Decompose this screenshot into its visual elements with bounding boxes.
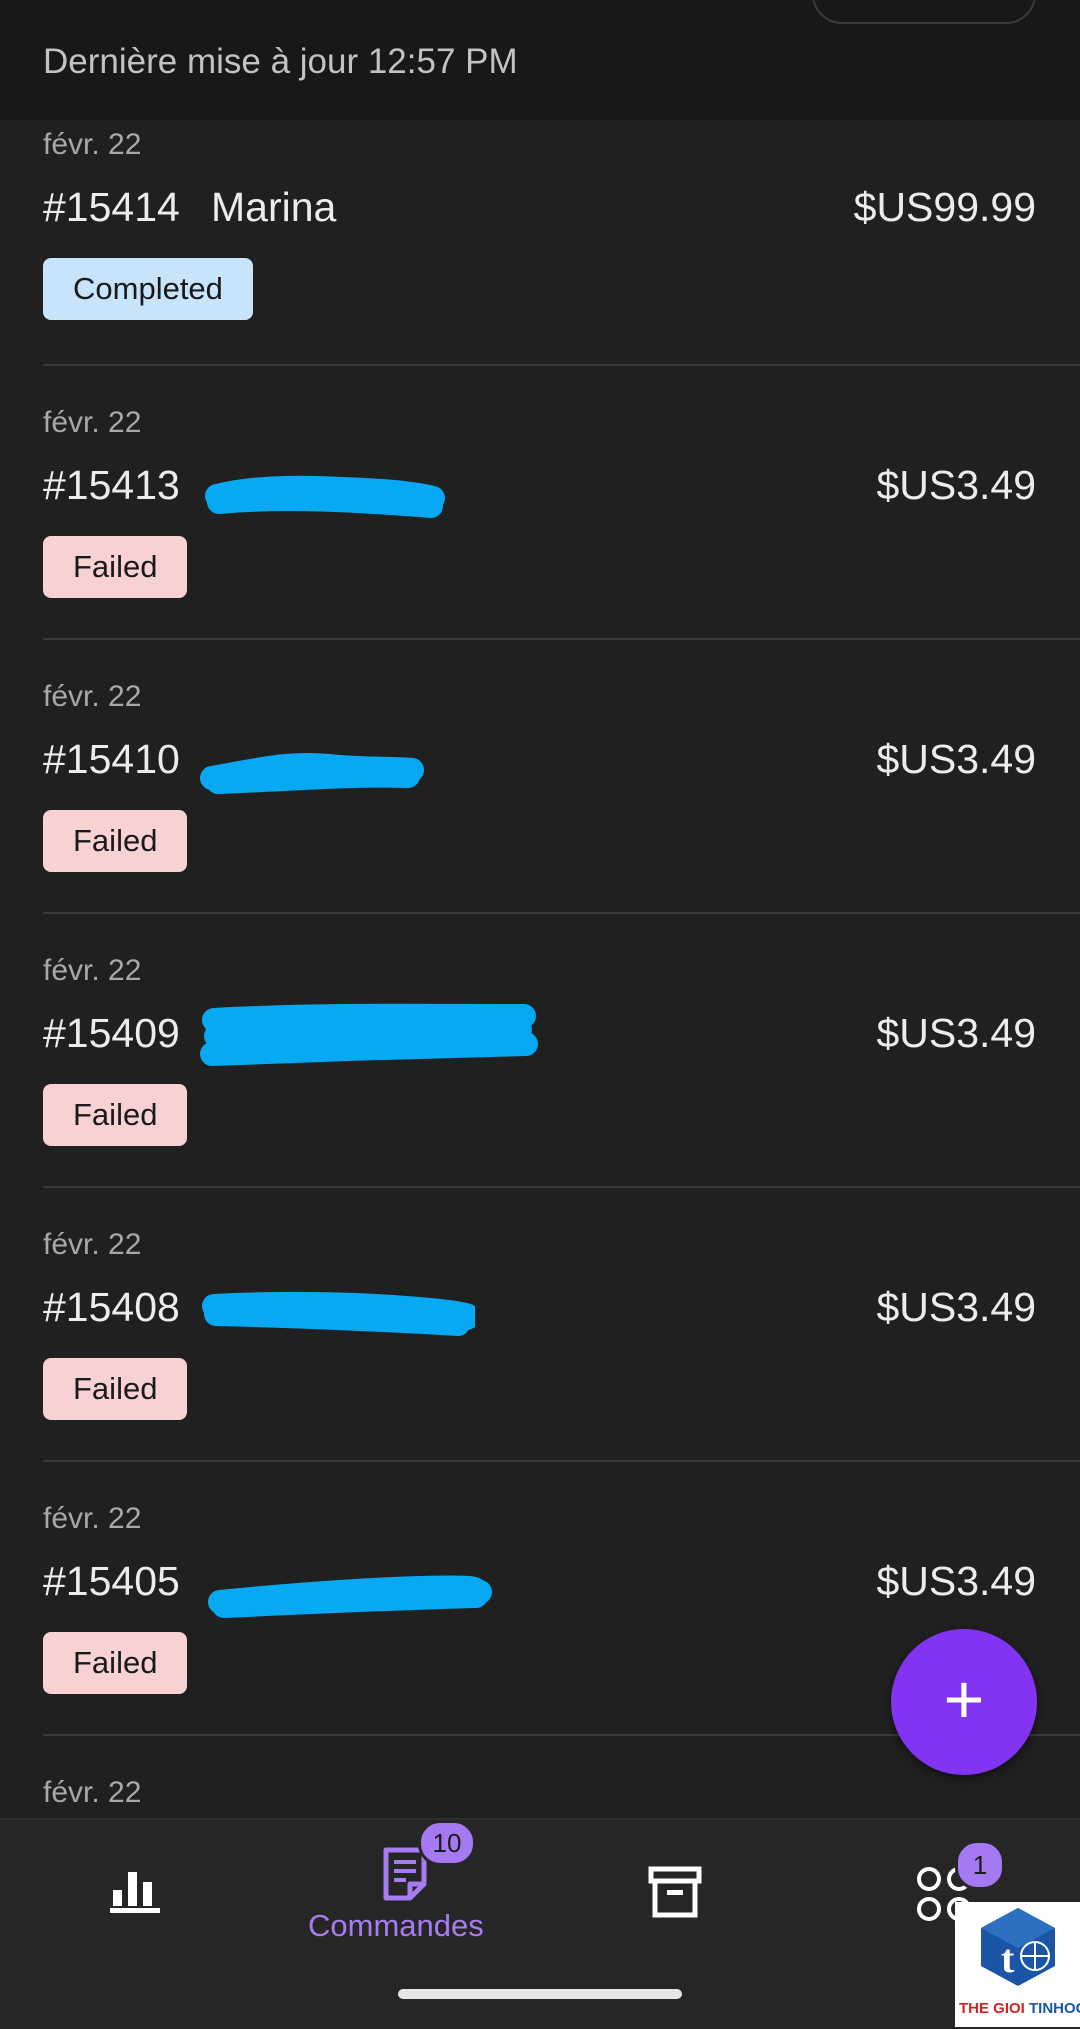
last-updated-text: Dernière mise à jour 12:57 PM — [43, 42, 518, 81]
order-row[interactable]: févr. 22 #15414 Marina $US99.99 Complete… — [0, 120, 1080, 366]
top-action-chip[interactable] — [812, 0, 1036, 24]
order-amount: $US3.49 — [876, 1558, 1036, 1604]
order-date: févr. 22 — [43, 1228, 142, 1261]
order-row[interactable]: févr. 22 #15410 $US3.49 Failed — [0, 640, 1080, 914]
order-number: #15409 — [43, 1010, 180, 1056]
status-badge: Failed — [43, 1632, 188, 1694]
order-date: févr. 22 — [43, 1776, 142, 1809]
order-row[interactable]: févr. 22 #15408 $US3.49 Failed — [0, 1188, 1080, 1462]
order-date: févr. 22 — [43, 954, 142, 987]
order-amount: $US3.49 — [876, 462, 1036, 508]
more-count-badge: 1 — [955, 1840, 1005, 1890]
nav-orders-label: Commandes — [308, 1908, 484, 1943]
order-amount: $US3.49 — [876, 736, 1036, 782]
order-date: févr. 22 — [43, 406, 142, 439]
bar-chart-icon — [110, 1872, 160, 1913]
status-badge: Failed — [43, 1358, 188, 1420]
order-number: #15414 — [43, 184, 180, 230]
order-date: févr. 22 — [43, 1502, 142, 1535]
order-row[interactable]: févr. 22 #15409 $US3.49 Failed — [0, 914, 1080, 1188]
orders-count-badge: 10 — [418, 1820, 476, 1866]
order-date: févr. 22 — [43, 680, 142, 713]
order-number: #15405 — [43, 1558, 180, 1604]
svg-text:t: t — [1001, 1936, 1015, 1981]
redaction-scribble — [208, 1575, 492, 1618]
status-badge: Failed — [43, 536, 188, 598]
plus-icon: + — [943, 1660, 985, 1738]
redaction-scribble — [200, 1003, 538, 1066]
archive-box-icon — [648, 1866, 702, 1918]
home-indicator[interactable] — [398, 1989, 682, 1999]
order-number: #15408 — [43, 1284, 180, 1330]
status-badge: Failed — [43, 810, 188, 872]
globe-logo-icon: t — [981, 1908, 1055, 1986]
top-bar: Dernière mise à jour 12:57 PM — [0, 0, 1080, 120]
order-customer: Marina — [211, 184, 337, 230]
watermark-text: THE GIOI TINHOC — [959, 2000, 1080, 2017]
redaction-scribble — [200, 752, 424, 794]
nav-stats[interactable] — [70, 1820, 200, 2029]
redaction-scribble — [205, 475, 445, 518]
redaction-scribble — [202, 1291, 475, 1336]
order-amount: $US99.99 — [853, 184, 1036, 230]
order-number: #15410 — [43, 736, 180, 782]
add-order-button[interactable]: + — [891, 1629, 1037, 1775]
order-row[interactable]: févr. 22 #15413 $US3.49 Failed — [0, 366, 1080, 640]
order-date: févr. 22 — [43, 128, 142, 161]
order-number: #15413 — [43, 462, 180, 508]
order-amount: $US3.49 — [876, 1010, 1036, 1056]
order-amount: $US3.49 — [876, 1284, 1036, 1330]
status-badge: Failed — [43, 1084, 188, 1146]
status-badge: Completed — [43, 258, 253, 320]
watermark-logo: t THE GIOI TINHOC — [955, 1902, 1080, 2027]
